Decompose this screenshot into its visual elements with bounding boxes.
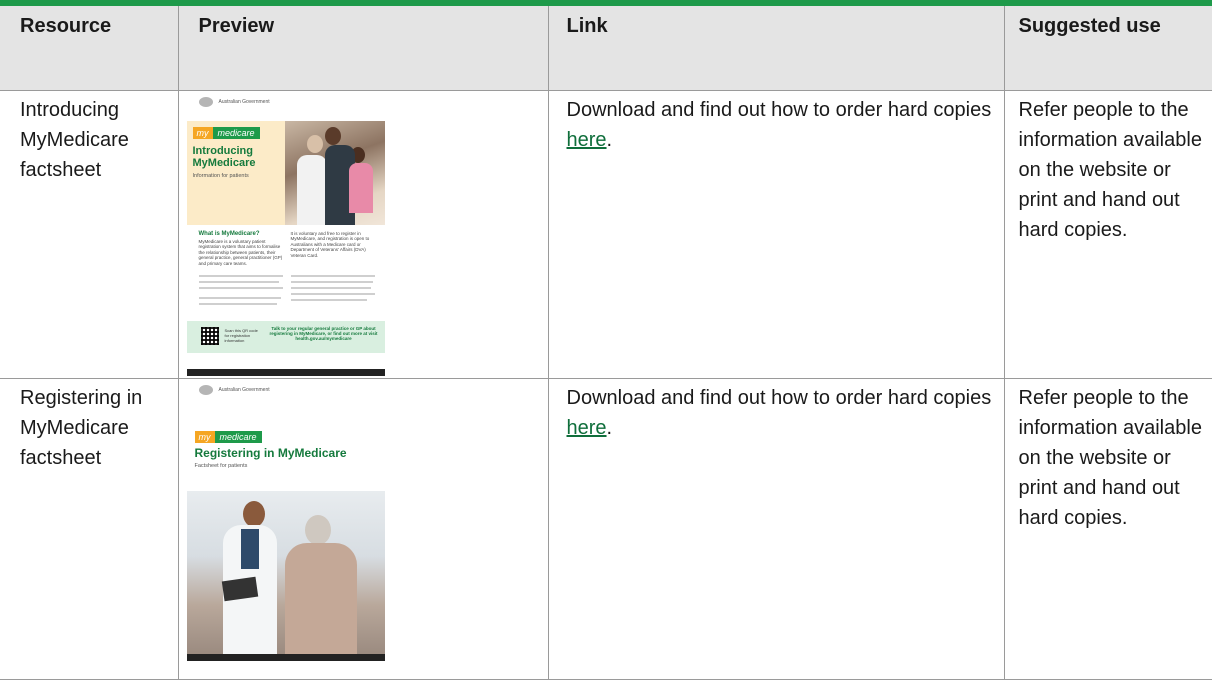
thumbnail-column-2: It is voluntary and free to register in …: [290, 230, 370, 258]
suggested-use-text: Refer people to the information availabl…: [1018, 98, 1202, 241]
resource-name: Introducing MyMedicare factsheet: [20, 98, 129, 181]
qr-code-icon: [200, 326, 219, 345]
crest-icon: [198, 384, 213, 395]
table-row: Introducing MyMedicare factsheet Austral…: [0, 89, 1212, 379]
suggested-use-cell: Refer people to the information availabl…: [1003, 377, 1212, 680]
link-cell: Download and find out how to order hard …: [547, 89, 1005, 379]
australian-government-logo: Australian Government: [198, 96, 270, 107]
thumbnail-hero: my medicare Introducing MyMedicare Infor…: [186, 120, 385, 225]
thumbnail-column-1: MyMedicare is a voluntary patient regist…: [198, 238, 283, 266]
doctor-patient-photo: [186, 490, 385, 654]
link-description: Download and find out how to order hard …: [566, 98, 992, 151]
mymedicare-badge: my medicare: [194, 430, 262, 443]
preview-cell: Australian Government my medicare Introd…: [177, 89, 549, 379]
factsheet-thumbnail-registering: Australian Government my medicare Regist…: [186, 378, 385, 661]
doctor-family-photo: [284, 120, 385, 225]
factsheet-thumbnail-introducing: Australian Government my medicare Introd…: [186, 90, 385, 376]
link-cell: Download and find out how to order hard …: [547, 377, 1005, 680]
suggested-use-text: Refer people to the information availabl…: [1018, 386, 1202, 529]
header-preview: Preview: [177, 6, 549, 91]
resource-cell: Introducing MyMedicare factsheet: [0, 89, 179, 379]
australian-government-logo: Australian Government: [198, 384, 270, 395]
thumbnail-section-heading: What is MyMedicare?: [198, 230, 260, 237]
thumbnail-subtitle: Factsheet for patients: [194, 462, 248, 469]
header-link: Link: [547, 6, 1005, 91]
preview-cell: Australian Government my medicare Regist…: [177, 377, 549, 680]
thumbnail-footer: Scan this QR code for registration infor…: [186, 320, 385, 353]
link-description: Download and find out how to order hard …: [566, 386, 992, 439]
header-suggested-use: Suggested use: [1003, 6, 1212, 91]
download-here-link[interactable]: here: [567, 417, 607, 439]
table-header-row: Resource Preview Link Suggested use: [0, 6, 1212, 91]
resource-name: Registering in MyMedicare factsheet: [20, 386, 143, 469]
download-here-link[interactable]: here: [567, 129, 607, 151]
thumbnail-subtitle: Information for patients: [192, 172, 249, 179]
thumbnail-title: Registering in MyMedicare: [194, 445, 347, 460]
header-resource: Resource: [0, 6, 179, 91]
table-row: Registering in MyMedicare factsheet Aust…: [0, 377, 1212, 680]
crest-icon: [198, 96, 213, 107]
resource-cell: Registering in MyMedicare factsheet: [0, 377, 179, 680]
thumbnail-title: Introducing MyMedicare: [192, 144, 256, 169]
mymedicare-badge: my medicare: [192, 126, 260, 139]
resources-table: Resource Preview Link Suggested use Intr…: [0, 6, 1212, 680]
suggested-use-cell: Refer people to the information availabl…: [1003, 89, 1212, 379]
